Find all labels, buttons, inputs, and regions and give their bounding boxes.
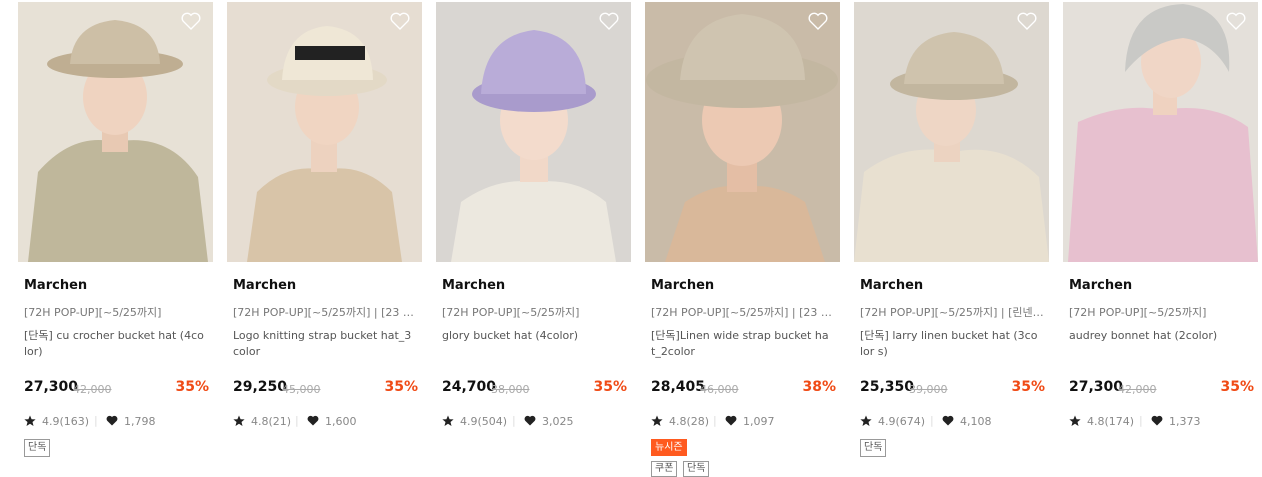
star-icon <box>233 415 245 426</box>
divider: | <box>1139 414 1143 427</box>
divider: | <box>295 414 299 427</box>
product-card[interactable]: Marchen [72H POP-UP][~5/25까지] glory buck… <box>436 2 631 469</box>
discount-rate: 38% <box>802 379 836 395</box>
divider: | <box>930 414 934 427</box>
wishlist-heart-icon[interactable] <box>599 12 619 30</box>
coupon-badge: 쿠폰 <box>651 461 678 477</box>
sale-price: 28,405 <box>651 379 706 395</box>
promo-text[interactable]: [72H POP-UP][~5/25까지] <box>24 304 210 320</box>
sale-price: 27,300 <box>1069 379 1124 395</box>
promo-text[interactable]: [72H POP-UP][~5/25까지] <box>1069 304 1255 320</box>
product-name[interactable]: Logo knitting strap bucket hat_3color <box>233 328 413 360</box>
divider: | <box>94 414 98 427</box>
product-name[interactable]: [단독] cu crocher bucket hat (4color) <box>24 328 204 360</box>
divider: | <box>512 414 516 427</box>
like-heart-icon <box>524 415 536 426</box>
product-image[interactable] <box>18 2 213 262</box>
divider: | <box>713 414 717 427</box>
like-heart-icon <box>725 415 737 426</box>
sale-price: 27,300 <box>24 379 79 395</box>
product-image[interactable] <box>645 2 840 262</box>
original-price: 42,000 <box>1118 383 1157 396</box>
like-count: 4,108 <box>960 415 992 428</box>
star-icon <box>24 415 36 426</box>
exclusive-badge: 단독 <box>860 439 887 457</box>
discount-rate: 35% <box>593 379 627 395</box>
like-count: 1,373 <box>1169 415 1201 428</box>
discount-rate: 35% <box>1220 379 1254 395</box>
brand-name[interactable]: Marchen <box>651 278 714 293</box>
exclusive-badge: 단독 <box>683 461 710 477</box>
product-card[interactable]: Marchen [72H POP-UP][~5/25까지] [단독] cu cr… <box>18 2 213 469</box>
like-heart-icon <box>942 415 954 426</box>
promo-text[interactable]: [72H POP-UP][~5/25까지] | [23 SUMMER] <box>651 304 837 320</box>
like-count: 1,097 <box>743 415 775 428</box>
brand-name[interactable]: Marchen <box>1069 278 1132 293</box>
rating-text: 4.8(21) <box>251 415 292 428</box>
product-name[interactable]: glory bucket hat (4color) <box>442 328 622 344</box>
product-card[interactable]: Marchen [72H POP-UP][~5/25까지] | [린넨버킷] [… <box>854 2 1049 469</box>
clothes <box>247 168 402 262</box>
like-heart-icon <box>106 415 118 426</box>
clothes <box>1068 107 1258 262</box>
product-image[interactable] <box>1063 2 1258 262</box>
hat-logo-band <box>295 46 365 60</box>
rating-text: 4.8(28) <box>669 415 710 428</box>
product-image[interactable] <box>854 2 1049 262</box>
product-name[interactable]: [단독] larry linen bucket hat (3color s) <box>860 328 1040 360</box>
discount-rate: 35% <box>1011 379 1045 395</box>
product-image[interactable] <box>436 2 631 262</box>
like-heart-icon <box>1151 415 1163 426</box>
promo-text[interactable]: [72H POP-UP][~5/25까지] | [23 SUMMER] <box>233 304 419 320</box>
original-price: 46,000 <box>700 383 739 396</box>
product-card[interactable]: Marchen [72H POP-UP][~5/25까지] | [23 SUMM… <box>645 2 840 477</box>
product-grid: Marchen [72H POP-UP][~5/25까지] [단독] cu cr… <box>18 2 1258 477</box>
new-season-badge: 뉴시즌 <box>651 439 687 456</box>
star-icon <box>1069 415 1081 426</box>
original-price: 42,000 <box>73 383 112 396</box>
original-price: 45,000 <box>282 383 321 396</box>
star-icon <box>442 415 454 426</box>
like-count: 1,798 <box>124 415 156 428</box>
wishlist-heart-icon[interactable] <box>1017 12 1037 30</box>
sale-price: 29,250 <box>233 379 288 395</box>
product-card[interactable]: Marchen [72H POP-UP][~5/25까지] audrey bon… <box>1063 2 1258 469</box>
rating-text: 4.9(674) <box>878 415 926 428</box>
wishlist-heart-icon[interactable] <box>181 12 201 30</box>
sale-price: 24,700 <box>442 379 497 395</box>
like-count: 1,600 <box>325 415 357 428</box>
promo-text[interactable]: [72H POP-UP][~5/25까지] <box>442 304 628 320</box>
brand-name[interactable]: Marchen <box>233 278 296 293</box>
product-image[interactable] <box>227 2 422 262</box>
product-card[interactable]: Marchen [72H POP-UP][~5/25까지] | [23 SUMM… <box>227 2 422 469</box>
like-heart-icon <box>307 415 319 426</box>
wishlist-heart-icon[interactable] <box>390 12 410 30</box>
rating-text: 4.8(174) <box>1087 415 1135 428</box>
rating-text: 4.9(504) <box>460 415 508 428</box>
wishlist-heart-icon[interactable] <box>808 12 828 30</box>
rating-text: 4.9(163) <box>42 415 90 428</box>
brand-name[interactable]: Marchen <box>860 278 923 293</box>
wishlist-heart-icon[interactable] <box>1226 12 1246 30</box>
clothes <box>854 149 1049 262</box>
discount-rate: 35% <box>175 379 209 395</box>
sale-price: 25,350 <box>860 379 915 395</box>
clothes <box>28 140 208 262</box>
brand-name[interactable]: Marchen <box>442 278 505 293</box>
original-price: 39,000 <box>909 383 948 396</box>
original-price: 38,000 <box>491 383 530 396</box>
star-icon <box>860 415 872 426</box>
product-name[interactable]: [단독]Linen wide strap bucket hat_2color <box>651 328 831 360</box>
exclusive-badge: 단독 <box>24 439 51 457</box>
discount-rate: 35% <box>384 379 418 395</box>
product-name[interactable]: audrey bonnet hat (2color) <box>1069 328 1249 344</box>
like-count: 3,025 <box>542 415 574 428</box>
star-icon <box>651 415 663 426</box>
brand-name[interactable]: Marchen <box>24 278 87 293</box>
clothes <box>451 181 616 262</box>
promo-text[interactable]: [72H POP-UP][~5/25까지] | [린넨버킷] <box>860 304 1046 320</box>
